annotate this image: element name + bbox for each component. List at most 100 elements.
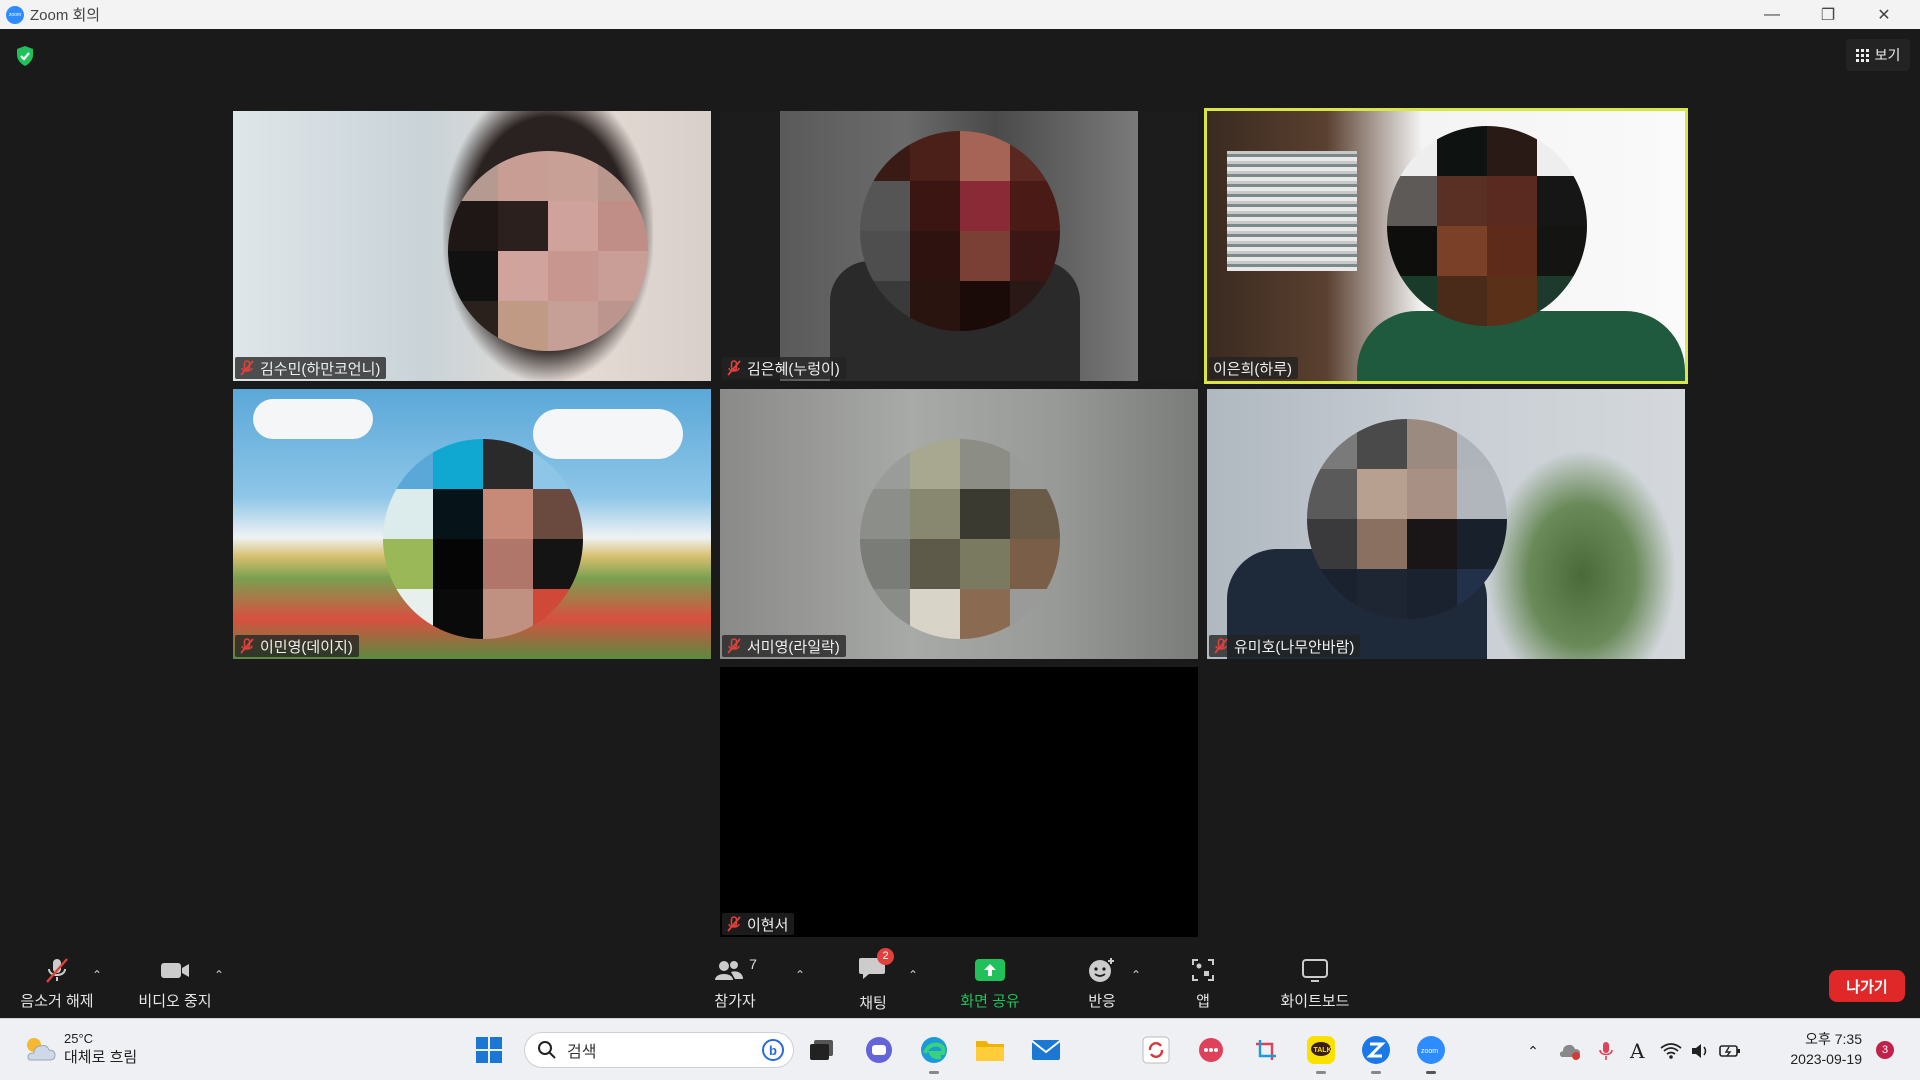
edge-browser-icon[interactable] bbox=[916, 1032, 952, 1074]
clock-date: 2023-09-19 bbox=[1790, 1051, 1862, 1067]
reaction-emoji-icon bbox=[1089, 957, 1114, 982]
participant-name-tag: 김은혜(누렁이) bbox=[722, 357, 846, 379]
zoom-logo-icon: zoom bbox=[6, 5, 24, 24]
muted-mic-icon bbox=[727, 916, 741, 932]
participant-name-tag: 이은희(하루) bbox=[1209, 357, 1298, 379]
microphone-in-use-icon[interactable] bbox=[1596, 1040, 1616, 1062]
chat-bubble-app-icon[interactable] bbox=[1193, 1032, 1229, 1068]
weather-temperature: 25°C bbox=[64, 1031, 94, 1046]
video-tile[interactable]: 서미영(라일락) bbox=[720, 389, 1198, 659]
volume-icon[interactable] bbox=[1690, 1042, 1710, 1060]
mic-muted-icon bbox=[46, 957, 68, 983]
video-tile[interactable]: 이민영(데이지) bbox=[233, 389, 711, 659]
share-screen-button[interactable]: 화면 공유 bbox=[950, 948, 1030, 1018]
muted-mic-icon bbox=[240, 638, 254, 654]
blurred-face bbox=[448, 151, 648, 351]
blurred-face bbox=[1307, 419, 1507, 619]
muted-mic-icon bbox=[1214, 638, 1228, 654]
grid-icon bbox=[1855, 48, 1869, 62]
bing-chat-icon[interactable]: b bbox=[761, 1038, 785, 1062]
video-camera-icon bbox=[161, 962, 189, 978]
running-indicator bbox=[1371, 1071, 1381, 1074]
running-indicator bbox=[1316, 1071, 1326, 1074]
svg-text:b: b bbox=[769, 1043, 777, 1058]
snipping-tool-icon[interactable] bbox=[1248, 1032, 1284, 1068]
participants-options-caret[interactable]: ⌃ bbox=[795, 968, 805, 982]
task-view-icon[interactable] bbox=[804, 1032, 840, 1068]
reactions-button[interactable]: 반응 bbox=[1080, 948, 1124, 1018]
video-tile[interactable]: 김수민(하만코언니) bbox=[233, 111, 711, 381]
share-screen-icon bbox=[975, 958, 1005, 981]
system-clock[interactable]: 오후 7:35 2023-09-19 bbox=[1772, 1029, 1862, 1069]
participant-name: 김은혜(누렁이) bbox=[747, 360, 840, 378]
chat-unread-badge: 2 bbox=[877, 947, 894, 965]
running-indicator bbox=[1426, 1071, 1436, 1074]
wifi-icon[interactable] bbox=[1660, 1042, 1683, 1060]
weather-widget[interactable]: 25°C 대체로 흐림 bbox=[22, 1031, 137, 1067]
svg-text:TALK: TALK bbox=[1314, 1047, 1332, 1054]
ime-language-icon[interactable]: A bbox=[1630, 1039, 1644, 1063]
muted-mic-icon bbox=[240, 360, 254, 376]
close-button[interactable]: ✕ bbox=[1856, 0, 1912, 29]
participant-name-tag: 이민영(데이지) bbox=[235, 635, 359, 657]
sync-app-icon[interactable] bbox=[1138, 1032, 1174, 1068]
blurred-face bbox=[1387, 126, 1587, 326]
weather-description: 대체로 흐림 bbox=[64, 1049, 138, 1066]
svg-text:zoom: zoom bbox=[1421, 1048, 1438, 1055]
muted-mic-icon bbox=[727, 638, 741, 654]
show-hidden-icons-chevron[interactable]: ⌃ bbox=[1520, 1043, 1546, 1060]
blurred-face bbox=[860, 131, 1060, 331]
window-title: Zoom 회의 bbox=[30, 7, 101, 24]
video-tile-video-off[interactable]: 이현서 bbox=[720, 667, 1198, 937]
meeting-toolbar: 음소거 해제 ⌃ 비디오 중지 ⌃ 7 참가자 ⌃ 2 채팅 ⌃ 화면 공유 반… bbox=[0, 947, 1920, 1018]
running-indicator bbox=[929, 1071, 939, 1074]
video-tile[interactable]: 김은혜(누렁이) bbox=[720, 111, 1198, 381]
participants-button[interactable]: 7 참가자 bbox=[700, 948, 770, 1018]
z-app-icon[interactable] bbox=[1358, 1032, 1394, 1074]
taskbar-search-box[interactable]: 검색 b bbox=[524, 1032, 794, 1068]
reactions-options-caret[interactable]: ⌃ bbox=[1131, 968, 1141, 982]
participants-icon bbox=[715, 960, 744, 980]
leave-meeting-button[interactable]: 나가기 bbox=[1829, 970, 1905, 1002]
battery-charging-icon[interactable] bbox=[1718, 1042, 1742, 1060]
file-explorer-icon[interactable] bbox=[972, 1032, 1008, 1068]
video-options-caret[interactable]: ⌃ bbox=[214, 968, 224, 982]
windows-start-icon[interactable] bbox=[471, 1032, 507, 1068]
mail-icon[interactable] bbox=[1028, 1032, 1064, 1068]
participant-name: 이은희(하루) bbox=[1213, 360, 1292, 378]
teams-chat-icon[interactable] bbox=[861, 1032, 897, 1068]
security-shield-icon[interactable] bbox=[15, 45, 35, 67]
stop-video-button[interactable]: 비디오 중지 bbox=[130, 948, 220, 1018]
participant-name-tag: 서미영(라일락) bbox=[722, 635, 846, 657]
kakaotalk-icon[interactable]: TALK bbox=[1303, 1032, 1339, 1074]
muted-mic-icon bbox=[727, 360, 741, 376]
onedrive-error-icon[interactable] bbox=[1558, 1041, 1582, 1061]
zoom-app-icon[interactable]: zoom bbox=[1413, 1032, 1449, 1074]
participant-name: 유미호(나무안바람) bbox=[1234, 638, 1355, 656]
partly-cloudy-icon bbox=[27, 1038, 56, 1061]
window-titlebar: zoom Zoom 회의 — ❐ ✕ bbox=[0, 0, 1920, 29]
minimize-button[interactable]: — bbox=[1744, 0, 1800, 29]
participant-name: 이현서 bbox=[747, 916, 789, 934]
video-tile-active-speaker[interactable]: 이은희(하루) bbox=[1204, 108, 1688, 384]
whiteboard-button[interactable]: 화이트보드 bbox=[1270, 948, 1360, 1018]
blurred-face bbox=[383, 439, 583, 639]
participant-name: 서미영(라일락) bbox=[747, 638, 840, 656]
view-label: 보기 bbox=[1874, 47, 1901, 63]
system-tray: ⌃ A bbox=[1520, 1039, 1742, 1063]
chat-options-caret[interactable]: ⌃ bbox=[908, 968, 918, 982]
audio-options-caret[interactable]: ⌃ bbox=[92, 968, 102, 982]
windows-taskbar: 25°C 대체로 흐림 검색 b TALK zoom ⌃ A 오후 7:35 2… bbox=[0, 1018, 1920, 1080]
apps-button[interactable]: 앱 bbox=[1185, 948, 1221, 1018]
participant-name-tag: 이현서 bbox=[722, 913, 795, 935]
chat-button[interactable]: 2 채팅 bbox=[845, 947, 901, 1018]
restore-button[interactable]: ❐ bbox=[1800, 0, 1856, 29]
view-button[interactable]: 보기 bbox=[1846, 39, 1910, 71]
unmute-button[interactable]: 음소거 해제 bbox=[14, 948, 100, 1018]
blurred-face bbox=[860, 439, 1060, 639]
notification-badge[interactable]: 3 bbox=[1876, 1041, 1894, 1059]
clock-time: 오후 7:35 bbox=[1805, 1031, 1862, 1047]
participant-name: 김수민(하만코언니) bbox=[260, 360, 381, 378]
search-icon bbox=[538, 1041, 556, 1059]
video-tile[interactable]: 유미호(나무안바람) bbox=[1207, 389, 1685, 659]
